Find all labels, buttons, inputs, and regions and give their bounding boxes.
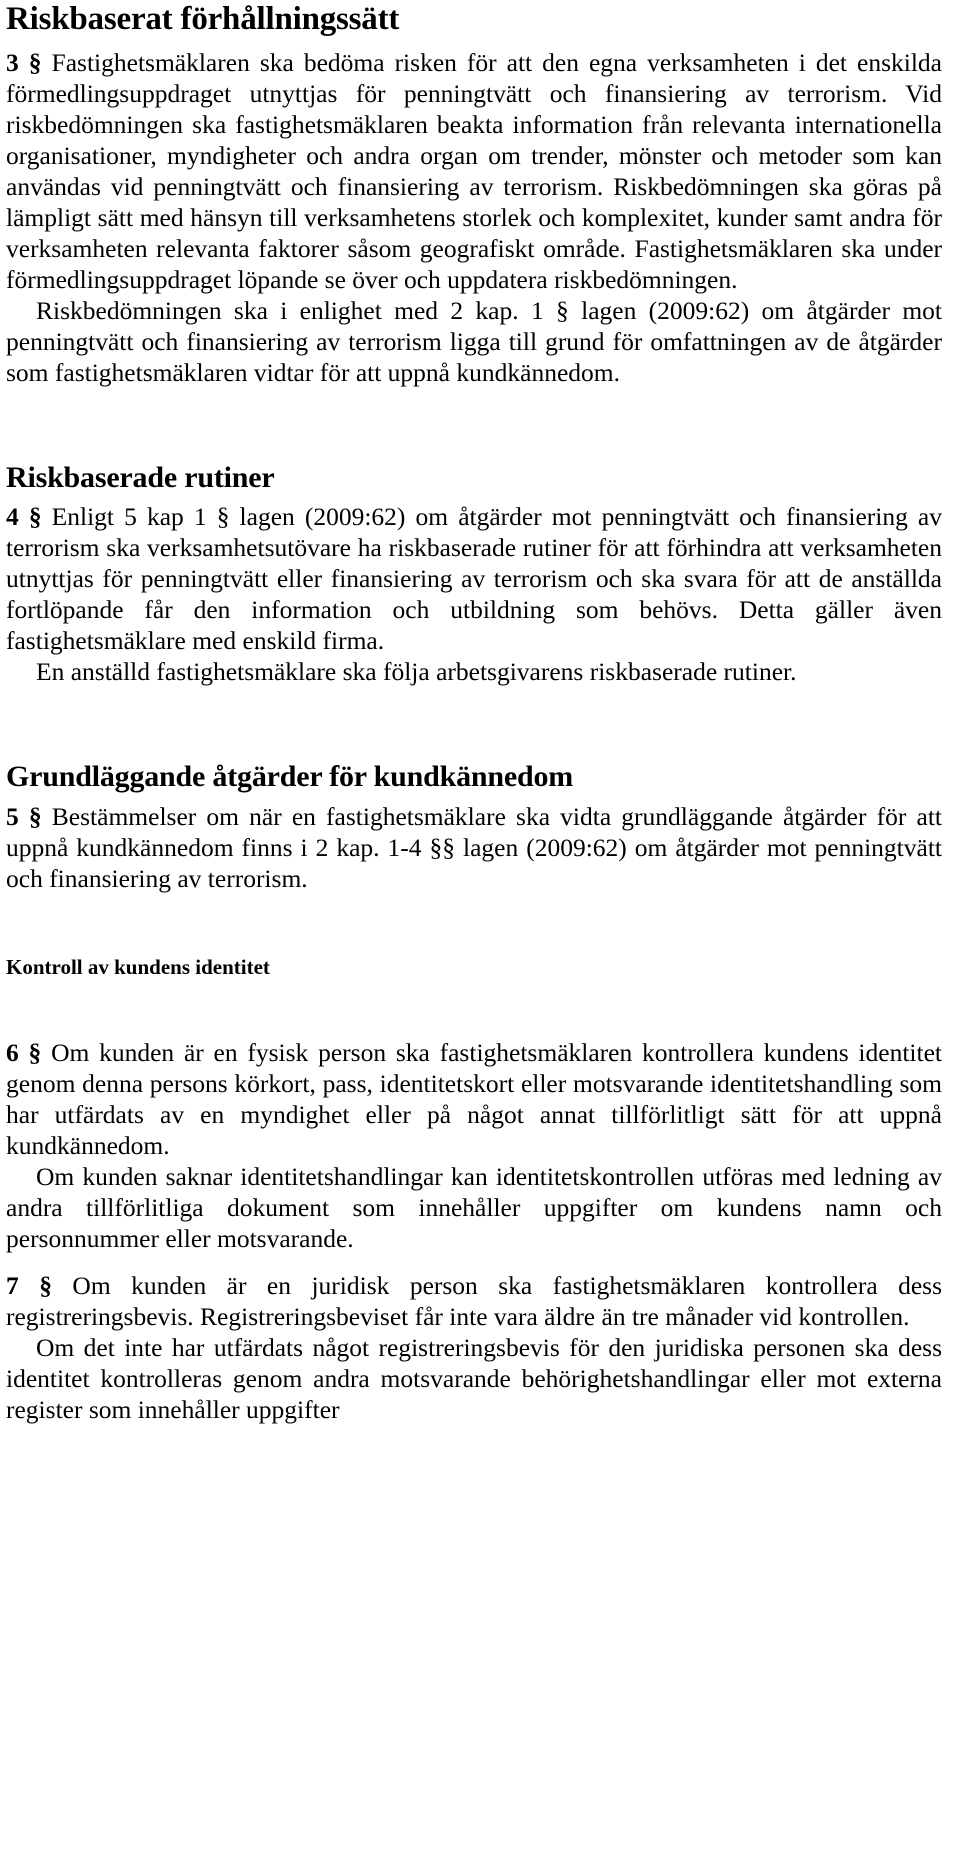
paragraph-6b: Om kunden saknar identitetshandlingar ka…: [6, 1161, 942, 1254]
paragraph-number-6: 6 §: [6, 1037, 42, 1067]
document-page: Riskbaserat förhållningssätt 3 § Fastigh…: [0, 2, 960, 1852]
paragraph-text-6: Om kunden är en fysisk person ska fastig…: [6, 1037, 942, 1160]
paragraph-7: 7 § Om kunden är en juridisk person ska …: [6, 1270, 942, 1332]
paragraph-3b: Riskbedömningen ska i enlighet med 2 kap…: [6, 295, 942, 388]
heading-grundlaggande-atgarder: Grundläggande åtgärder för kundkännedom: [6, 760, 574, 794]
paragraph-text-7b: Om det inte har utfärdats något registre…: [6, 1332, 942, 1424]
paragraph-text-6b: Om kunden saknar identitetshandlingar ka…: [6, 1161, 942, 1253]
heading-riskbaserade-rutiner: Riskbaserade rutiner: [6, 460, 275, 494]
section-spacer-3: [6, 894, 942, 956]
paragraph-number-4: 4 §: [6, 502, 42, 532]
paragraph-4: 4 § Enligt 5 kap 1 § lagen (2009:62) om …: [6, 501, 942, 656]
paragraph-5: 5 § Bestämmelser om när en fastighetsmäk…: [6, 801, 942, 894]
paragraph-4b: En anställd fastighetsmäklare ska följa …: [6, 656, 942, 687]
paragraph-number-5: 5 §: [6, 801, 42, 831]
paragraph-text-5: Bestämmelser om när en fastighetsmäklare…: [6, 801, 943, 893]
paragraph-7b: Om det inte har utfärdats något registre…: [6, 1332, 942, 1425]
paragraph-6: 6 § Om kunden är en fysisk person ska fa…: [6, 1037, 942, 1161]
page-title: Riskbaserat förhållningssätt: [6, 1, 400, 37]
heading-kontroll-av-kundens-identitet: Kontroll av kundens identitet: [6, 954, 270, 979]
section-spacer-2: [6, 687, 942, 761]
paragraph-text-4: Enligt 5 kap 1 § lagen (2009:62) om åtgä…: [6, 502, 943, 656]
heading-spacer: [6, 987, 942, 1037]
paragraph-3: 3 § Fastighetsmäklaren ska bedöma risken…: [6, 47, 942, 295]
paragraph-number-7: 7 §: [6, 1270, 52, 1300]
paragraph-text-3: Fastighetsmäklaren ska bedöma risken för…: [6, 47, 942, 294]
paragraph-text-4b: En anställd fastighetsmäklare ska följa …: [36, 657, 797, 687]
paragraph-number-3: 3 §: [6, 47, 42, 77]
paragraph-text-3b: Riskbedömningen ska i enlighet med 2 kap…: [6, 295, 942, 387]
paragraph-text-7: Om kunden är en juridisk person ska fast…: [6, 1270, 943, 1331]
